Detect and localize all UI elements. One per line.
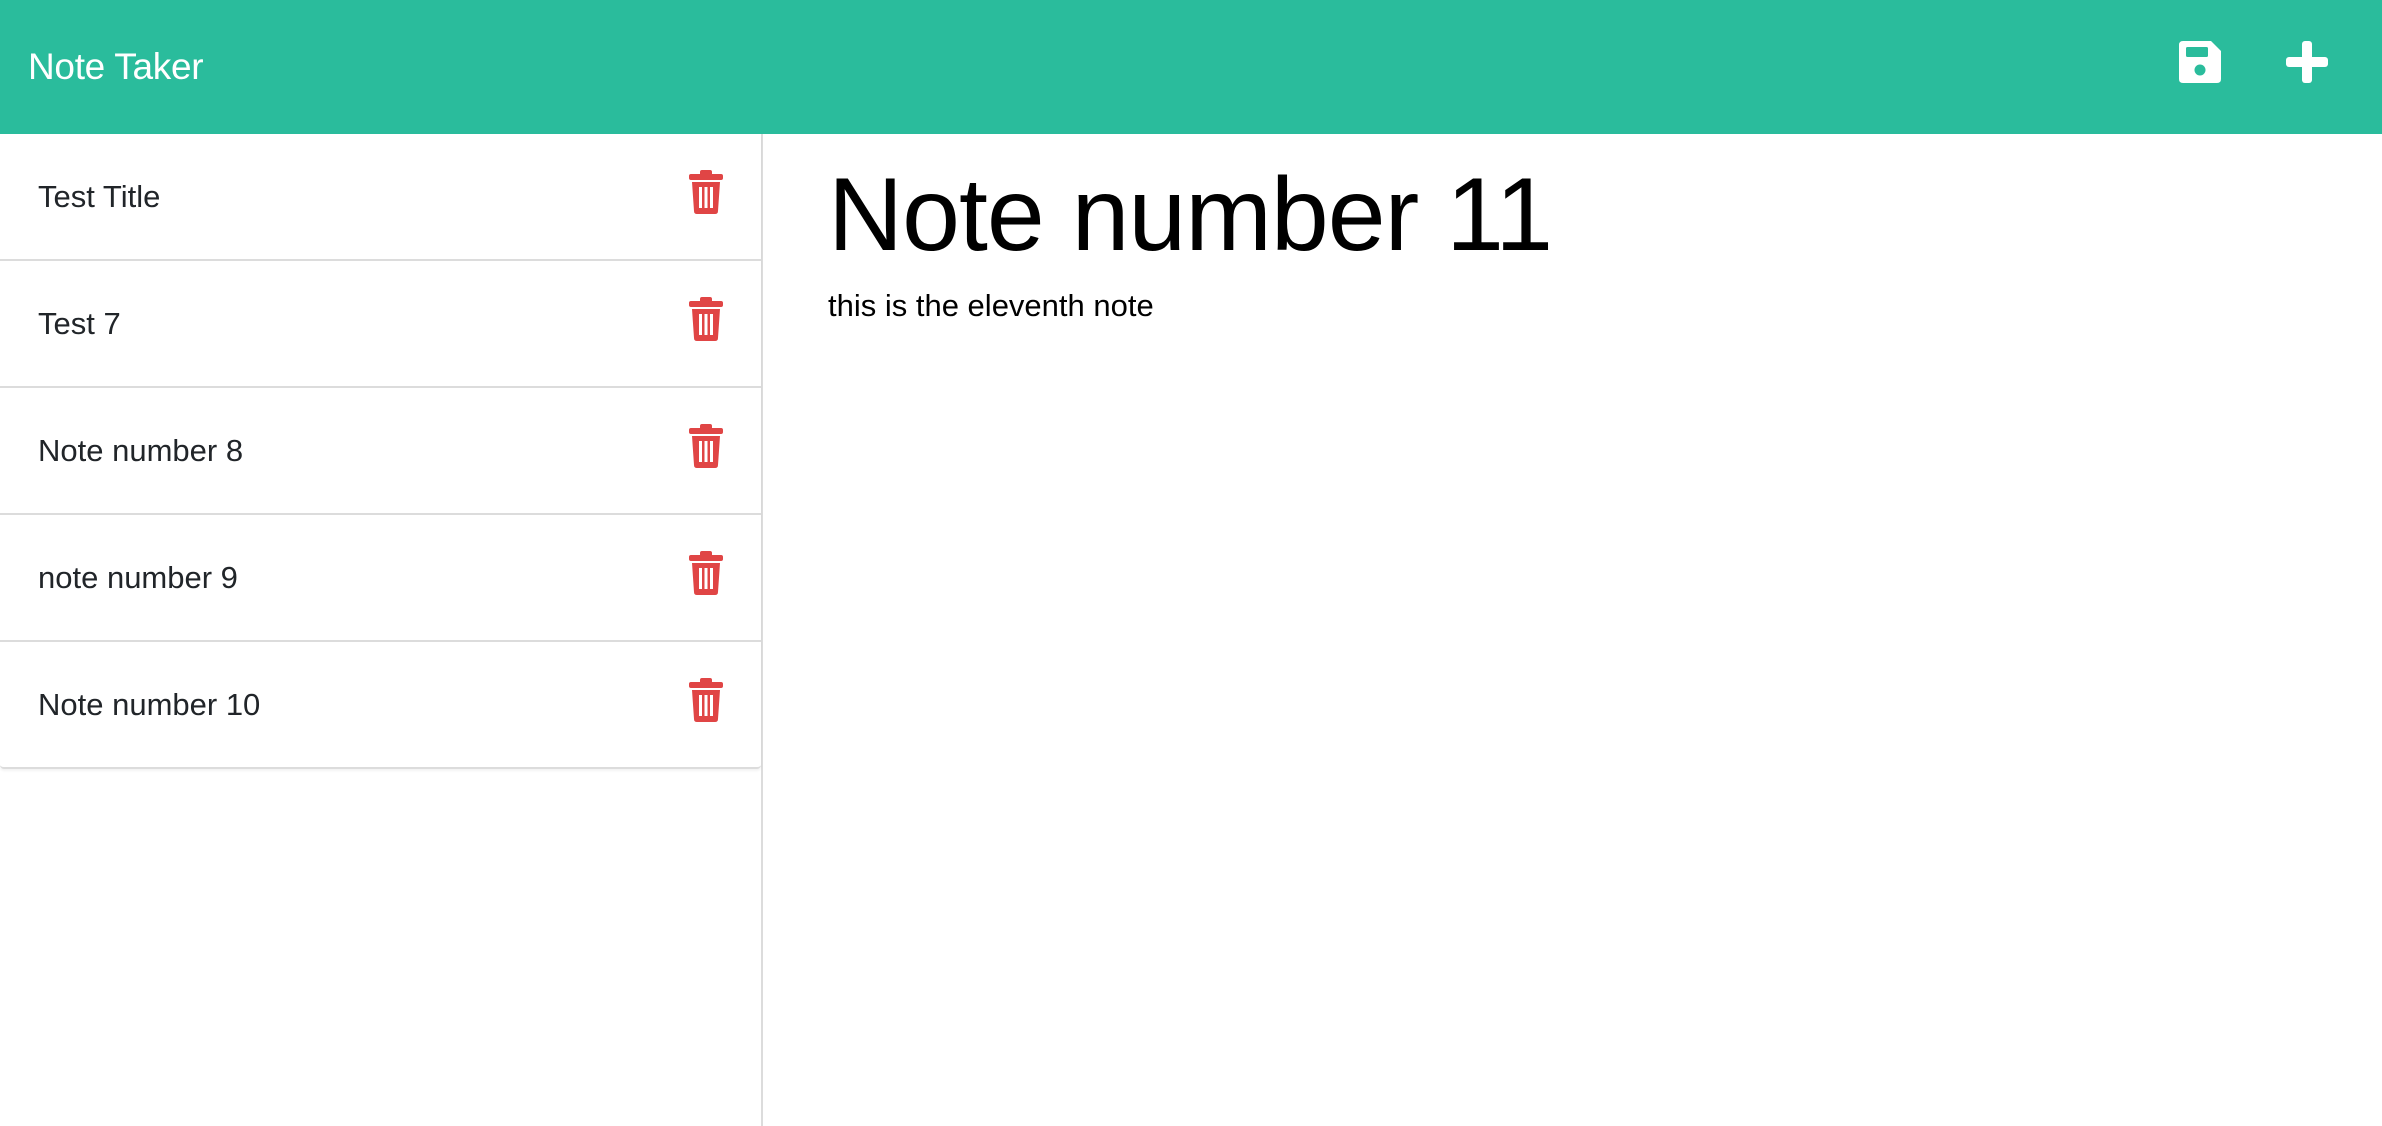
trash-icon[interactable] [688,170,724,214]
plus-icon [2286,41,2328,83]
note-list-title: Note number 10 [38,686,261,722]
note-text-field[interactable]: this is the eleventh note [828,288,2382,324]
list-item[interactable]: Note number 8 [0,388,761,515]
trash-icon[interactable] [688,551,724,595]
note-list-title: note number 9 [38,559,238,595]
trash-icon[interactable] [688,678,724,722]
save-note-button[interactable] [2170,32,2230,92]
app-title[interactable]: Note Taker [28,46,204,88]
note-list: Test Title Test 7 Note number 8 note num… [0,134,761,769]
list-item[interactable]: note number 9 [0,515,761,642]
note-list-sidebar: Test Title Test 7 Note number 8 note num… [0,134,763,1126]
note-list-title: Test 7 [38,305,121,341]
note-title-field[interactable]: Note number 11 [828,160,2382,270]
note-list-title: Test Title [38,178,161,214]
floppy-disk-icon [2179,41,2221,83]
list-item[interactable]: Test Title [0,134,761,261]
trash-icon[interactable] [688,424,724,468]
list-item[interactable]: Note number 10 [0,642,761,767]
note-list-title: Note number 8 [38,432,244,468]
note-editor: Note number 11 this is the eleventh note [765,134,2382,1126]
list-item[interactable]: Test 7 [0,261,761,388]
navbar: Note Taker [0,0,2382,134]
trash-icon[interactable] [688,297,724,341]
new-note-button[interactable] [2277,32,2337,92]
